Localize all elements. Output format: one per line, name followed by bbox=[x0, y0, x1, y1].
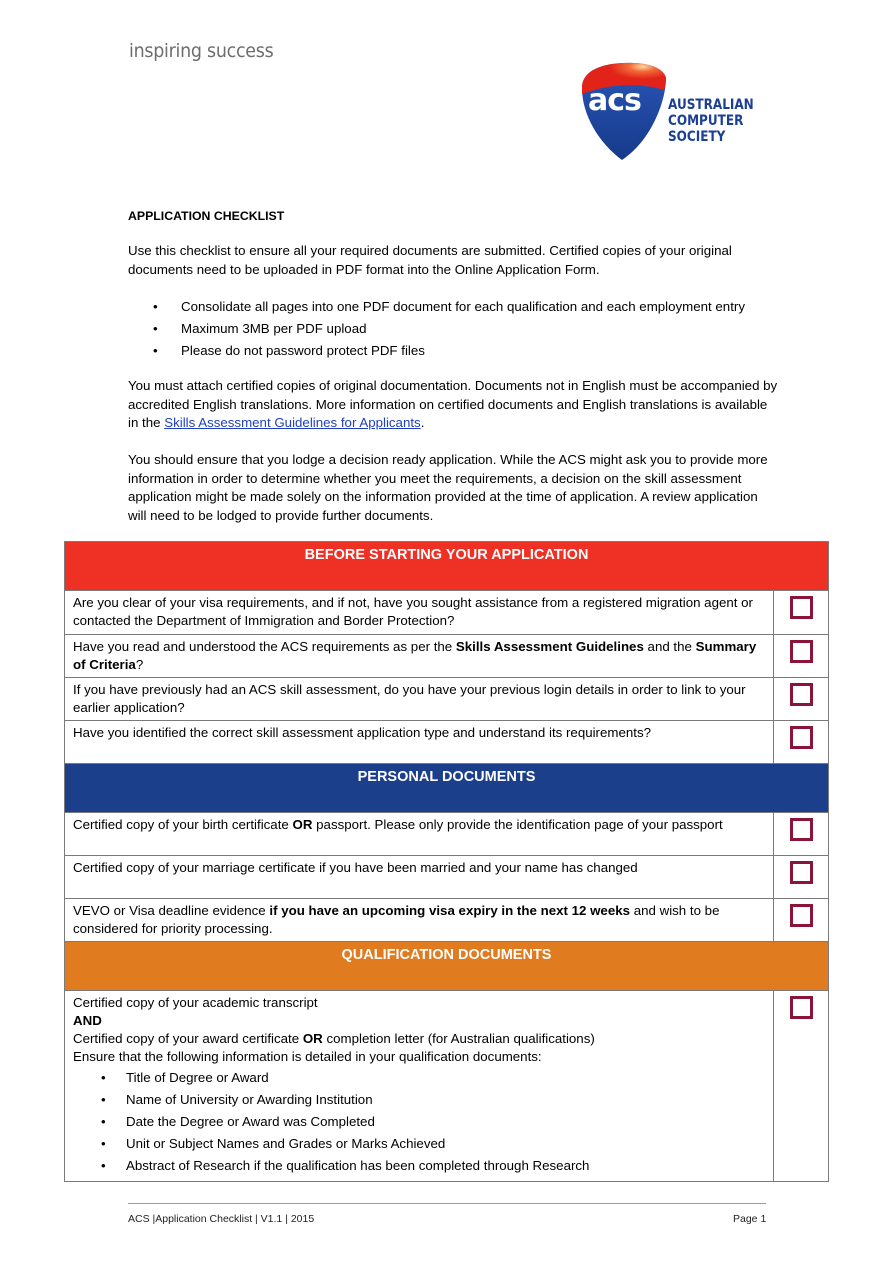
checklist-row: Have you read and understood the ACS req… bbox=[64, 634, 829, 678]
guidelines-link[interactable]: Skills Assessment Guidelines for Applica… bbox=[164, 415, 420, 430]
logo-line: SOCIETY bbox=[668, 129, 726, 145]
list-item: • Consolidate all pages into one PDF docu… bbox=[153, 299, 745, 314]
section-header: QUALIFICATION DOCUMENTS bbox=[64, 941, 829, 991]
bullet-icon: • bbox=[153, 321, 158, 336]
list-item: • Title of Degree or Award bbox=[101, 1068, 765, 1090]
decision-ready-paragraph: You should ensure that you lodge a decis… bbox=[128, 452, 768, 523]
bullet-icon: • bbox=[101, 1092, 106, 1107]
bullet-icon: • bbox=[101, 1070, 106, 1085]
checkbox[interactable] bbox=[789, 683, 813, 706]
checklist-item-text: Certified copy of your academic transcri… bbox=[64, 990, 774, 1182]
logo-line: COMPUTER bbox=[668, 113, 744, 129]
logo-line: AUSTRALIAN bbox=[668, 97, 754, 113]
checkbox[interactable] bbox=[789, 861, 813, 884]
section-header-row: PERSONAL DOCUMENTS bbox=[64, 763, 829, 813]
acs-shield-icon: acs bbox=[582, 62, 666, 160]
checklist-item-text: Certified copy of your marriage certific… bbox=[64, 855, 774, 899]
checklist-item-text: Have you identified the correct skill as… bbox=[64, 720, 774, 764]
checklist-row: Certified copy of your birth certificate… bbox=[64, 812, 829, 856]
checkbox[interactable] bbox=[789, 726, 813, 749]
checklist-row: If you have previously had an ACS skill … bbox=[64, 677, 829, 721]
section-header-row: QUALIFICATION DOCUMENTS bbox=[64, 941, 829, 991]
checklist-row: Have you identified the correct skill as… bbox=[64, 720, 829, 764]
checkbox[interactable] bbox=[789, 596, 813, 619]
bullet-icon: • bbox=[101, 1136, 106, 1151]
footer-divider bbox=[128, 1203, 766, 1204]
checklist-item-text: Have you read and understood the ACS req… bbox=[64, 634, 774, 678]
section-header: BEFORE STARTING YOUR APPLICATION bbox=[64, 541, 829, 591]
checklist-table: BEFORE STARTING YOUR APPLICATION Are you … bbox=[64, 541, 829, 1182]
bullet-icon: • bbox=[101, 1114, 106, 1129]
checkbox[interactable] bbox=[789, 818, 813, 841]
upload-rules-list: • Consolidate all pages into one PDF docu… bbox=[153, 298, 745, 364]
list-item: • Abstract of Research if the qualificati… bbox=[101, 1156, 765, 1178]
checklist-row: Certified copy of your marriage certific… bbox=[64, 855, 829, 899]
list-item: • Date the Degree or Award was Completed bbox=[101, 1112, 765, 1134]
checkbox[interactable] bbox=[789, 904, 813, 927]
bullet-icon: • bbox=[101, 1158, 106, 1173]
checkbox[interactable] bbox=[789, 996, 813, 1019]
checklist-row: VEVO or Visa deadline evidence if you ha… bbox=[64, 898, 829, 942]
list-item: • Unit or Subject Names and Grades or Mar… bbox=[101, 1134, 765, 1156]
tagline: inspiring success bbox=[129, 40, 274, 62]
checklist-item-text: VEVO or Visa deadline evidence if you ha… bbox=[64, 898, 774, 942]
acs-logo: acs AUSTRALIAN COMPUTER SOCIETY bbox=[578, 60, 768, 162]
footer-doc-info: ACS |Application Checklist | V1.1 | 2015 bbox=[128, 1213, 315, 1225]
checkbox[interactable] bbox=[789, 640, 813, 663]
bullet-icon: • bbox=[153, 343, 158, 358]
logo-wordmark: AUSTRALIAN COMPUTER SOCIETY bbox=[668, 97, 754, 145]
section-header-row: BEFORE STARTING YOUR APPLICATION bbox=[64, 541, 829, 591]
translations-paragraph: You must attach certified copies of orig… bbox=[128, 378, 778, 430]
checklist-item-text: If you have previously had an ACS skill … bbox=[64, 677, 774, 721]
checklist-row: Certified copy of your academic transcri… bbox=[64, 990, 829, 1182]
svg-text:acs: acs bbox=[588, 83, 641, 118]
checklist-item-text: Are you clear of your visa requirements,… bbox=[64, 590, 774, 635]
checklist-item-text: Certified copy of your birth certificate… bbox=[64, 812, 774, 856]
page-number: Page 1 bbox=[733, 1213, 767, 1225]
list-item: • Please do not password protect PDF file… bbox=[153, 343, 425, 358]
list-item: • Maximum 3MB per PDF upload bbox=[153, 321, 367, 336]
list-item: • Name of University or Awarding Institut… bbox=[101, 1090, 765, 1112]
section-header: PERSONAL DOCUMENTS bbox=[64, 763, 829, 813]
required-info-list: • Title of Degree or Award • Name of Univer… bbox=[73, 1068, 765, 1178]
bullet-icon: • bbox=[153, 299, 158, 314]
checklist-row: Are you clear of your visa requirements,… bbox=[64, 590, 829, 635]
document-title: APPLICATION CHECKLIST bbox=[128, 209, 285, 223]
intro-paragraph: Use this checklist to ensure all your re… bbox=[128, 243, 732, 277]
